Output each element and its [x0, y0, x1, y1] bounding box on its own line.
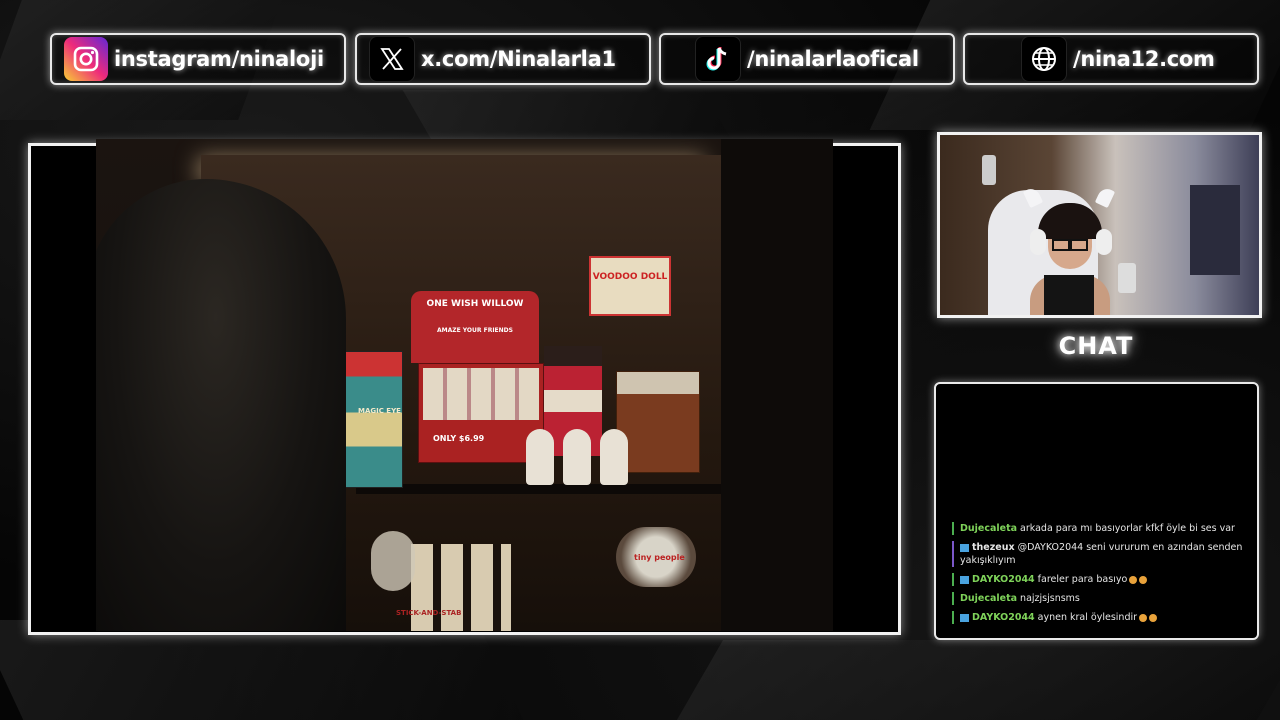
- social-website[interactable]: /nina12.com: [963, 33, 1259, 85]
- social-instagram[interactable]: instagram/ninaloji: [50, 33, 346, 85]
- social-tiktok[interactable]: /ninalarlaofical: [659, 33, 955, 85]
- laughing-emoji-icon: [1139, 575, 1148, 584]
- x-handle: x.com/Ninalarla1: [421, 47, 616, 71]
- price-tag: ONLY $6.99: [433, 434, 485, 443]
- chat-message: DAYKO2044 aynen kral öylesindir: [952, 611, 1247, 624]
- game-capture[interactable]: VOODOO DOLL ONE WISH WILLOW AMAZE YOUR F…: [96, 139, 833, 631]
- globe-icon: [1021, 36, 1067, 82]
- chat-badge-icon: [960, 575, 969, 584]
- webcam-person: [1020, 183, 1116, 315]
- webcam-room-lamp: [982, 155, 996, 185]
- webcam-feed: [937, 132, 1262, 318]
- doll-toy: [371, 531, 415, 591]
- chat-username[interactable]: DAYKO2044: [972, 574, 1035, 585]
- chat-panel[interactable]: Dujecaleta arkada para mı basıyorlar kfkf…: [934, 382, 1259, 640]
- magic-eye-label: MAGIC EYE: [358, 407, 401, 415]
- instagram-handle: instagram/ninaloji: [114, 47, 324, 71]
- chat-message: Dujecaleta najzjsjsnsms: [952, 592, 1247, 605]
- chat-list: Dujecaleta arkada para mı basıyorlar kfkf…: [952, 522, 1247, 630]
- stick-and-stab-boxes: [411, 544, 511, 631]
- tiktok-handle: /ninalarlaofical: [747, 47, 919, 71]
- webcam-fireplace: [1190, 185, 1240, 275]
- voodoo-dolls: [526, 429, 636, 485]
- chat-message: DAYKO2044 fareler para basıyo: [952, 573, 1247, 586]
- chat-message: thezeux @DAYKO2044 seni vururum en azında…: [952, 541, 1247, 567]
- chat-text: fareler para basıyo: [1037, 574, 1128, 585]
- x-icon: [369, 36, 415, 82]
- one-wish-title: ONE WISH WILLOW: [426, 299, 524, 309]
- chat-username[interactable]: Dujecaleta: [960, 523, 1017, 534]
- chat-text: najzjsjsnsms: [1020, 593, 1080, 604]
- tiny-label: tiny people: [634, 553, 685, 562]
- chat-text: arkada para mı basıyorlar kfkf öyle bi s…: [1020, 523, 1235, 534]
- shelf-board: [356, 484, 736, 494]
- chat-message: Dujecaleta arkada para mı basıyorlar kfkf…: [952, 522, 1247, 535]
- magic-eye-box: [339, 351, 403, 488]
- one-wish-sign: ONE WISH WILLOW AMAZE YOUR FRIENDS: [411, 291, 539, 363]
- laughing-emoji-icon: [1129, 575, 1138, 584]
- voodoo-poster: VOODOO DOLL: [589, 256, 671, 316]
- chat-badge-icon: [960, 613, 969, 622]
- tiktok-icon: [695, 36, 741, 82]
- stick-label: STICK-AND-STAB: [396, 609, 462, 617]
- webcam-phone: [1118, 263, 1136, 293]
- instagram-icon: [64, 37, 108, 81]
- website-handle: /nina12.com: [1073, 47, 1215, 71]
- chat-username[interactable]: DAYKO2044: [972, 612, 1035, 623]
- chat-title: CHAT: [1058, 332, 1134, 360]
- laughing-emoji-icon: [1139, 613, 1148, 622]
- right-wall: [721, 139, 833, 631]
- player-silhouette: [96, 179, 346, 631]
- chat-badge-icon: [960, 543, 969, 552]
- laughing-emoji-icon: [1149, 613, 1158, 622]
- chat-text: aynen kral öylesindir: [1037, 612, 1138, 623]
- chat-username[interactable]: Dujecaleta: [960, 593, 1017, 604]
- one-wish-sub: AMAZE YOUR FRIENDS: [437, 327, 513, 334]
- chat-username[interactable]: thezeux: [972, 542, 1015, 553]
- social-x[interactable]: x.com/Ninalarla1: [355, 33, 651, 85]
